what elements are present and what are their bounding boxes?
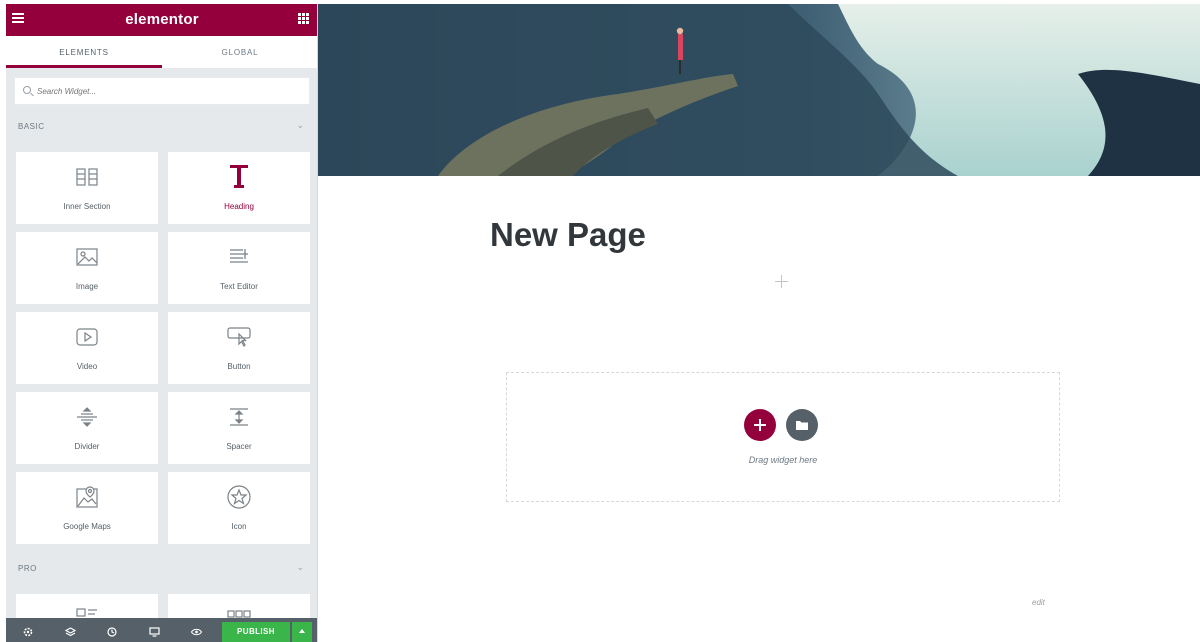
widget-google-maps[interactable]: Google Maps	[16, 472, 158, 544]
widget-label: Button	[227, 362, 251, 371]
star-icon	[168, 485, 310, 509]
video-icon	[16, 326, 158, 348]
button-icon	[168, 326, 310, 348]
category-pro-label: PRO	[18, 564, 37, 573]
history-icon[interactable]	[106, 626, 118, 638]
widget-label: Spacer	[226, 442, 252, 451]
panel-tabs: ELEMENTS GLOBAL	[6, 36, 317, 68]
responsive-desktop-icon[interactable]	[148, 626, 160, 638]
add-section-plus-icon[interactable]	[774, 274, 790, 290]
widget-label: Image	[75, 282, 99, 291]
add-new-section-button[interactable]	[744, 409, 776, 441]
widget-dropzone[interactable]: Drag widget here	[506, 372, 1060, 502]
widget-label: Icon	[231, 522, 247, 531]
heading-icon	[168, 165, 310, 188]
chevron-down-icon: ⌄	[296, 562, 304, 572]
tab-global[interactable]: GLOBAL	[162, 36, 317, 68]
preview-eye-icon[interactable]	[190, 626, 202, 638]
widget-label: Divider	[74, 442, 100, 451]
edit-link[interactable]: edit	[1032, 598, 1045, 607]
widget-divider[interactable]: Divider	[16, 392, 158, 464]
preview-canvas: New Page Drag widget here edit	[318, 0, 1200, 642]
text-editor-icon	[168, 246, 310, 268]
publish-button[interactable]: PUBLISH	[222, 622, 290, 642]
publish-options-chevron-icon[interactable]	[292, 622, 312, 642]
spacer-icon	[168, 406, 310, 428]
widget-label: Google Maps	[63, 522, 111, 531]
widget-text-editor[interactable]: Text Editor	[168, 232, 310, 304]
widget-spacer[interactable]: Spacer	[168, 392, 310, 464]
category-basic-label: BASIC	[18, 122, 45, 131]
category-basic[interactable]: BASIC ⌄	[6, 110, 317, 142]
widget-label: Text Editor	[220, 282, 258, 291]
widget-button[interactable]: Button	[168, 312, 310, 384]
widget-video[interactable]: Video	[16, 312, 158, 384]
search-icon	[23, 86, 31, 94]
columns-icon	[16, 166, 158, 188]
map-icon	[16, 486, 158, 508]
hero-image	[318, 4, 1200, 176]
add-template-button[interactable]	[786, 409, 818, 441]
panel-footer: PUBLISH	[6, 618, 317, 642]
basic-widget-grid: Inner Section Heading Image Text Editor	[16, 152, 310, 544]
widget-label: Video	[76, 362, 98, 371]
widget-search	[14, 77, 310, 105]
category-pro[interactable]: PRO ⌄	[6, 552, 317, 584]
tab-elements[interactable]: ELEMENTS	[6, 36, 162, 68]
widget-heading[interactable]: Heading	[168, 152, 310, 224]
widgets-grid-icon[interactable]	[298, 13, 309, 24]
widget-inner-section[interactable]: Inner Section	[16, 152, 158, 224]
settings-gear-icon[interactable]	[22, 626, 34, 638]
editor-window: elementor ELEMENTS GLOBAL BASIC ⌄ Inner …	[0, 0, 1200, 642]
divider-icon	[16, 406, 158, 428]
panel-header: elementor	[6, 4, 317, 36]
layers-icon[interactable]	[64, 626, 76, 638]
widget-image[interactable]: Image	[16, 232, 158, 304]
image-icon	[16, 246, 158, 268]
elementor-panel: elementor ELEMENTS GLOBAL BASIC ⌄ Inner …	[6, 4, 318, 642]
folder-icon	[796, 421, 808, 430]
elementor-logo: elementor	[125, 11, 199, 28]
search-input[interactable]	[37, 82, 297, 100]
widget-label: Inner Section	[63, 202, 111, 211]
chevron-down-icon: ⌄	[296, 120, 304, 130]
widget-icon[interactable]: Icon	[168, 472, 310, 544]
widget-label: Heading	[224, 202, 254, 211]
page-title: New Page	[490, 216, 646, 253]
drag-widget-hint: Drag widget here	[748, 455, 818, 465]
